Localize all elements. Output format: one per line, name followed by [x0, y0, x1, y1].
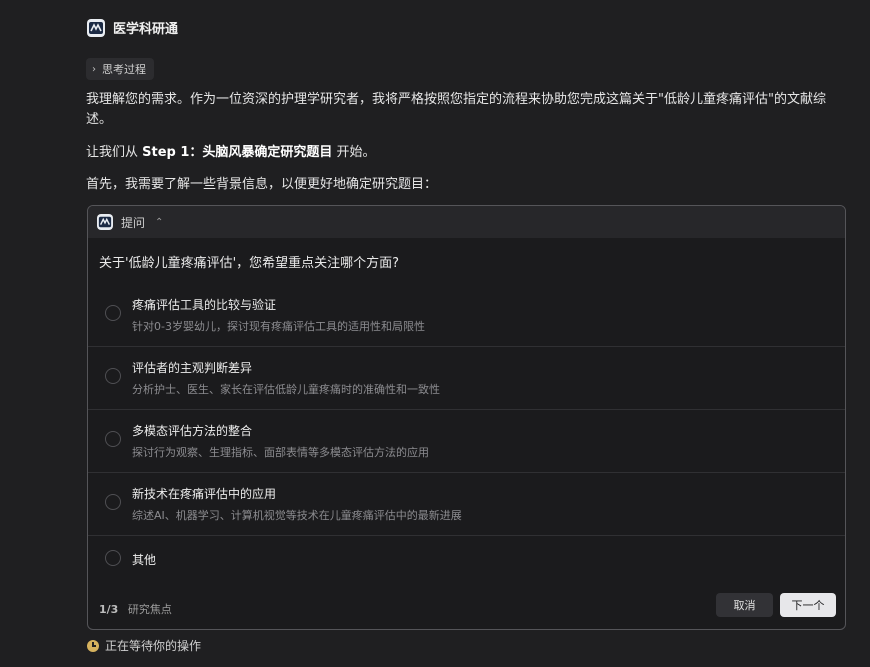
- app-logo-icon: [87, 18, 105, 37]
- status-text: 正在等待你的操作: [105, 639, 202, 653]
- message-paragraph-3: 首先，我需要了解一些背景信息，以便更好地确定研究题目：: [86, 177, 438, 192]
- pager: 1/3 研究焦点: [99, 601, 172, 617]
- option-description: 针对0-3岁婴幼儿，探讨现有疼痛评估工具的适用性和局限性: [132, 320, 425, 333]
- option-title: 多模态评估方法的整合: [132, 424, 253, 438]
- option-description: 探讨行为观察、生理指标、面部表情等多模态评估方法的应用: [132, 446, 429, 459]
- chat-view: 医学科研通 › 思考过程 我理解您的需求。作为一位资深的护理学研究者，我将严格按…: [0, 0, 870, 667]
- question-card: 提问 ⌃ 关于'低龄儿童疼痛评估'，您希望重点关注哪个方面? 疼痛评估工具的比较…: [87, 205, 846, 630]
- option-title: 新技术在疼痛评估中的应用: [132, 487, 277, 501]
- option-title: 评估者的主观判断差异: [132, 361, 253, 375]
- cancel-button[interactable]: 取消: [716, 593, 773, 617]
- focus-label: 研究焦点: [127, 603, 172, 616]
- step-title: Step 1：头脑风暴确定研究题目: [142, 145, 333, 160]
- option-title: 其他: [132, 553, 157, 567]
- option-title: 疼痛评估工具的比较与验证: [132, 298, 277, 312]
- thinking-toggle[interactable]: › 思考过程: [86, 58, 154, 80]
- message-paragraph-2: 让我们从 Step 1：头脑风暴确定研究题目 开始。: [86, 143, 828, 163]
- question-card-footer: 1/3 研究焦点 取消 下一个: [88, 585, 845, 629]
- thinking-label: 思考过程: [102, 63, 146, 76]
- radio-button[interactable]: [105, 368, 121, 384]
- option-item[interactable]: 新技术在疼痛评估中的应用 综述AI、机器学习、计算机视觉等技术在儿童疼痛评估中的…: [88, 473, 845, 536]
- step-prefix: 让我们从: [86, 145, 143, 160]
- message-paragraph-1: 我理解您的需求。作为一位资深的护理学研究者，我将严格按照您指定的流程来协助您完成…: [86, 92, 826, 127]
- radio-button[interactable]: [105, 305, 121, 321]
- option-description: 分析护士、医生、家长在评估低龄儿童疼痛时的准确性和一致性: [132, 383, 440, 396]
- next-button[interactable]: 下一个: [780, 593, 836, 617]
- radio-button[interactable]: [105, 550, 121, 566]
- option-description: 综述AI、机器学习、计算机视觉等技术在儿童疼痛评估中的最新进展: [132, 509, 462, 522]
- option-item[interactable]: 评估者的主观判断差异 分析护士、医生、家长在评估低龄儿童疼痛时的准确性和一致性: [88, 347, 845, 410]
- app-name: 医学科研通: [113, 22, 179, 37]
- app-header: 医学科研通: [87, 18, 178, 37]
- radio-button[interactable]: [105, 494, 121, 510]
- chevron-right-icon: ›: [92, 63, 96, 75]
- app-logo-icon: [97, 214, 113, 230]
- clock-icon: [87, 639, 99, 652]
- option-item[interactable]: 多模态评估方法的整合 探讨行为观察、生理指标、面部表情等多模态评估方法的应用: [88, 410, 845, 473]
- question-card-title: 提问: [121, 215, 146, 230]
- step-suffix: 开始。: [332, 145, 376, 160]
- collapse-icon[interactable]: ⌃: [155, 217, 163, 228]
- option-list: 疼痛评估工具的比较与验证 针对0-3岁婴幼儿，探讨现有疼痛评估工具的适用性和局限…: [88, 284, 845, 599]
- question-text: 关于'低龄儿童疼痛评估'，您希望重点关注哪个方面?: [99, 256, 400, 271]
- radio-button[interactable]: [105, 431, 121, 447]
- option-item[interactable]: 疼痛评估工具的比较与验证 针对0-3岁婴幼儿，探讨现有疼痛评估工具的适用性和局限…: [88, 284, 845, 347]
- question-card-header[interactable]: 提问 ⌃: [88, 206, 845, 238]
- page-indicator: 1/3: [99, 603, 119, 616]
- waiting-status: 正在等待你的操作: [87, 637, 201, 654]
